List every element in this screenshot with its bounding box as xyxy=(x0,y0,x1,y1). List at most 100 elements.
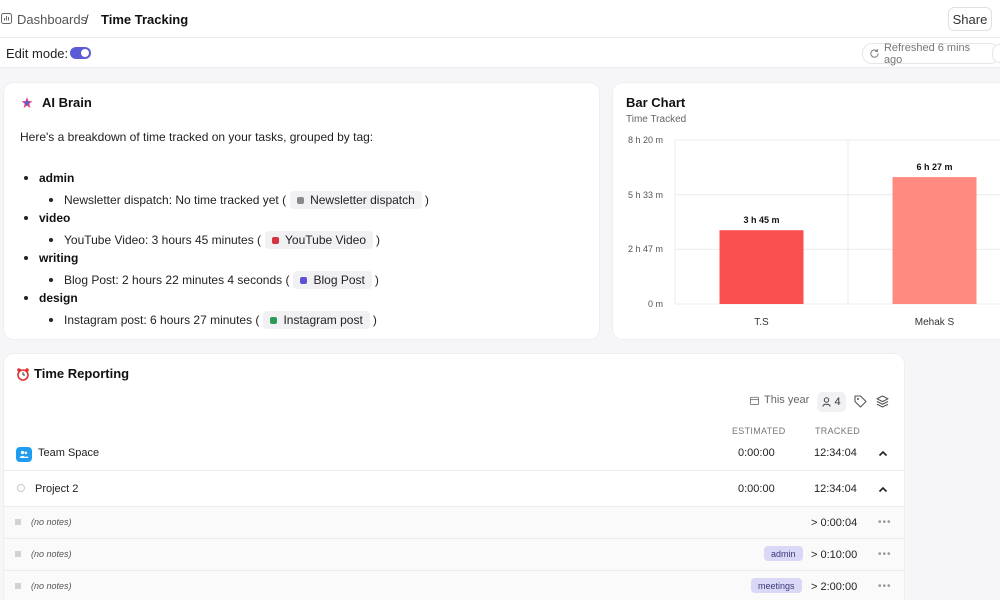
estimated-column-header: ESTIMATED xyxy=(732,426,786,436)
project-name: Project 2 xyxy=(35,483,79,495)
tag-name: video xyxy=(39,211,71,225)
tracked-column-header: TRACKED xyxy=(815,426,861,436)
entry-notes[interactable]: (no notes) xyxy=(31,549,72,559)
bar-chart: 0 m 2 h 47 m 5 h 33 m 8 h 20 m 3 h 45 m T.S 6 … xyxy=(628,135,1000,328)
chip-color-square xyxy=(297,196,305,204)
x-tick-label: T.S xyxy=(754,317,769,328)
time-entry-row[interactable]: (no notes) meetings > 2:00:00 ••• xyxy=(4,571,904,600)
overflow-button[interactable] xyxy=(992,44,1000,63)
people-count: 4 xyxy=(834,396,841,408)
y-tick-label: 0 m xyxy=(648,299,663,309)
entry-tracked: > 0:10:00 xyxy=(811,549,858,561)
more-icon[interactable]: ••• xyxy=(878,581,892,592)
task-item: YouTube Video: 3 hours 45 minutes ( YouT… xyxy=(49,231,380,249)
entry-tag-pill[interactable]: meetings xyxy=(751,578,802,593)
period-filter[interactable]: This year xyxy=(750,394,809,406)
bar xyxy=(719,230,804,304)
tag-name: writing xyxy=(39,251,79,265)
project-estimated: 0:00:00 xyxy=(738,483,775,495)
task-item: Newsletter dispatch: No time tracked yet… xyxy=(49,191,429,209)
team-space-icon xyxy=(16,447,32,462)
tag-name: admin xyxy=(39,171,75,185)
notes-lines-icon xyxy=(15,583,21,589)
refresh-label: Refreshed 6 mins ago xyxy=(883,41,971,66)
bar-value-label: 6 h 27 m xyxy=(916,162,952,172)
entry-notes[interactable]: (no notes) xyxy=(31,581,72,591)
bar-value-label: 3 h 45 m xyxy=(743,215,779,225)
chip-label: Instagram post xyxy=(283,313,363,327)
entry-tag-pill[interactable]: admin xyxy=(764,546,803,561)
tag-group-admin: admin Newsletter dispatch: No time track… xyxy=(24,171,429,209)
tag-group-design: design Instagram post: 6 hours 27 minute… xyxy=(24,291,377,329)
task-text: Newsletter dispatch: No time tracked yet… xyxy=(64,193,287,207)
entry-notes[interactable]: (no notes) xyxy=(31,517,72,527)
person-icon xyxy=(822,397,832,407)
x-tick-label: Mehak S xyxy=(915,317,955,328)
refresh-button[interactable]: Refreshed 6 mins ago xyxy=(862,41,1000,66)
task-chip[interactable]: YouTube Video xyxy=(265,231,373,249)
space-tracked: 12:34:04 xyxy=(814,447,857,459)
time-entry-row[interactable]: (no notes) admin > 0:10:00 ••• xyxy=(4,539,904,571)
notes-lines-icon xyxy=(15,519,21,525)
chip-label: YouTube Video xyxy=(285,233,366,247)
y-tick-label: 8 h 20 m xyxy=(628,135,663,145)
status-circle-icon xyxy=(17,484,25,492)
top-bar: Dashboards / Time Tracking Share xyxy=(0,0,1000,38)
task-text: Instagram post: 6 hours 27 minutes ( xyxy=(64,313,260,327)
breadcrumb-dashboards[interactable]: Dashboards xyxy=(17,12,87,27)
tag-name: design xyxy=(39,291,78,305)
ai-brain-card: AI Brain Here's a breakdown of time trac… xyxy=(4,83,599,339)
tag-icon[interactable] xyxy=(854,395,867,408)
task-chip[interactable]: Blog Post xyxy=(293,271,372,289)
project-row[interactable]: Project 2 0:00:00 12:34:04 xyxy=(4,471,904,507)
task-text: Blog Post: 2 hours 22 minutes 4 seconds … xyxy=(64,273,290,287)
edit-bar: Edit mode: xyxy=(0,38,1000,68)
y-tick-label: 2 h 47 m xyxy=(628,244,663,254)
edit-mode-label: Edit mode: xyxy=(6,46,69,61)
close-paren: ) xyxy=(376,233,380,247)
chip-color-square xyxy=(300,276,308,284)
chevron-up-icon[interactable] xyxy=(878,450,888,457)
alarm-clock-icon xyxy=(17,367,29,381)
chip-color-square xyxy=(270,316,278,324)
time-reporting-card: Time Reporting This year 4 ESTIMATED TRA… xyxy=(4,354,904,600)
time-entry-row[interactable]: (no notes) > 0:00:04 ••• xyxy=(4,507,904,539)
ai-brain-title: AI Brain xyxy=(42,95,92,110)
chip-label: Blog Post xyxy=(313,273,365,287)
ai-brain-intro: Here's a breakdown of time tracked on yo… xyxy=(20,130,374,144)
chip-color-square xyxy=(272,236,280,244)
task-chip[interactable]: Instagram post xyxy=(263,311,370,329)
period-label: This year xyxy=(764,394,810,406)
ai-brain-icon xyxy=(21,96,33,108)
task-item: Instagram post: 6 hours 27 minutes ( Ins… xyxy=(49,311,377,329)
dashboard-icon xyxy=(1,13,12,24)
report-title: Time Reporting xyxy=(34,366,130,381)
entry-tracked: > 0:00:04 xyxy=(811,517,858,529)
close-paren: ) xyxy=(374,273,379,287)
share-button[interactable]: Share xyxy=(948,7,992,31)
people-filter-button[interactable]: 4 xyxy=(817,392,846,412)
task-item: Blog Post: 2 hours 22 minutes 4 seconds … xyxy=(49,271,379,289)
page-title[interactable]: Time Tracking xyxy=(101,12,188,27)
space-name: Team Space xyxy=(38,447,100,459)
task-text: YouTube Video: 3 hours 45 minutes ( xyxy=(64,233,262,247)
layers-icon[interactable] xyxy=(876,395,889,408)
task-chip[interactable]: Newsletter dispatch xyxy=(290,191,422,209)
more-icon[interactable]: ••• xyxy=(878,517,892,528)
more-icon[interactable]: ••• xyxy=(878,549,892,560)
tag-group-video: video YouTube Video: 3 hours 45 minutes … xyxy=(24,211,380,249)
calendar-icon xyxy=(750,396,759,405)
space-row[interactable]: Team Space 0:00:00 12:34:04 xyxy=(4,436,904,471)
y-tick-label: 5 h 33 m xyxy=(628,190,663,200)
bar xyxy=(892,177,977,304)
tag-group-writing: writing Blog Post: 2 hours 22 minutes 4 … xyxy=(24,251,379,289)
chevron-up-icon[interactable] xyxy=(878,486,888,493)
close-paren: ) xyxy=(424,193,429,207)
bar-chart-card: Bar Chart Time Tracked 0 m2 h 47 m5 h 33… xyxy=(613,83,1000,339)
close-paren: ) xyxy=(372,313,377,327)
entry-tracked: > 2:00:00 xyxy=(811,581,858,593)
project-tracked: 12:34:04 xyxy=(814,483,857,495)
space-estimated: 0:00:00 xyxy=(738,447,775,459)
refresh-icon xyxy=(870,49,879,58)
edit-mode-toggle[interactable] xyxy=(70,47,91,59)
